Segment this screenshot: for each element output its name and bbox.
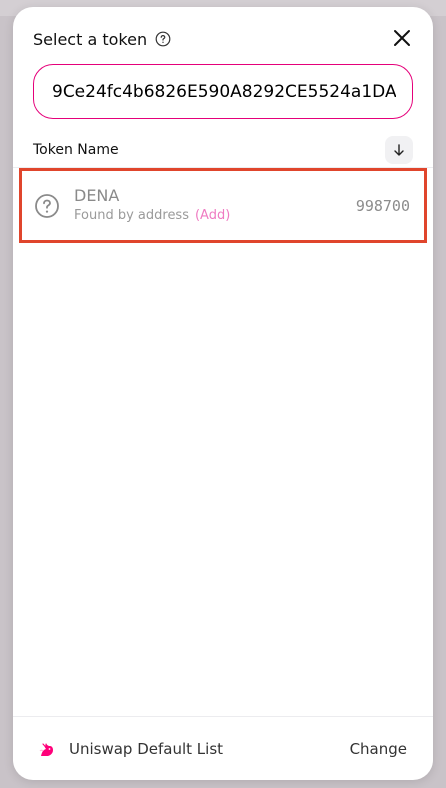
search-input[interactable] bbox=[50, 80, 398, 103]
token-name-column-label: Token Name bbox=[33, 142, 119, 158]
token-list-footer: Uniswap Default List Change bbox=[13, 716, 433, 780]
modal-title: Select a token bbox=[33, 29, 148, 49]
search-field[interactable] bbox=[33, 64, 413, 119]
token-balance: 998700 bbox=[355, 196, 410, 215]
token-list-name: Uniswap Default List bbox=[69, 739, 224, 758]
question-circle-icon[interactable] bbox=[155, 31, 171, 47]
list-header: Token Name bbox=[33, 135, 413, 165]
token-texts: DENA Found by address (Add) bbox=[74, 186, 356, 225]
arrow-down-icon bbox=[394, 144, 404, 156]
token-symbol: DENA bbox=[74, 186, 120, 205]
add-token-link[interactable]: (Add) bbox=[195, 208, 230, 223]
token-select-modal: Select a token Token Name bbox=[13, 7, 433, 780]
close-button[interactable] bbox=[391, 27, 413, 49]
close-icon bbox=[394, 30, 410, 46]
token-found-label: Found by address bbox=[74, 208, 189, 223]
modal-header: Select a token bbox=[33, 27, 413, 51]
question-circle-icon bbox=[35, 193, 59, 218]
change-list-button[interactable]: Change bbox=[350, 740, 407, 758]
token-row-dena[interactable]: DENA Found by address (Add) 998700 bbox=[19, 168, 427, 243]
uniswap-unicorn-icon bbox=[39, 742, 53, 756]
token-subtitle: Found by address (Add) bbox=[74, 207, 356, 225]
sort-button[interactable] bbox=[385, 136, 413, 164]
